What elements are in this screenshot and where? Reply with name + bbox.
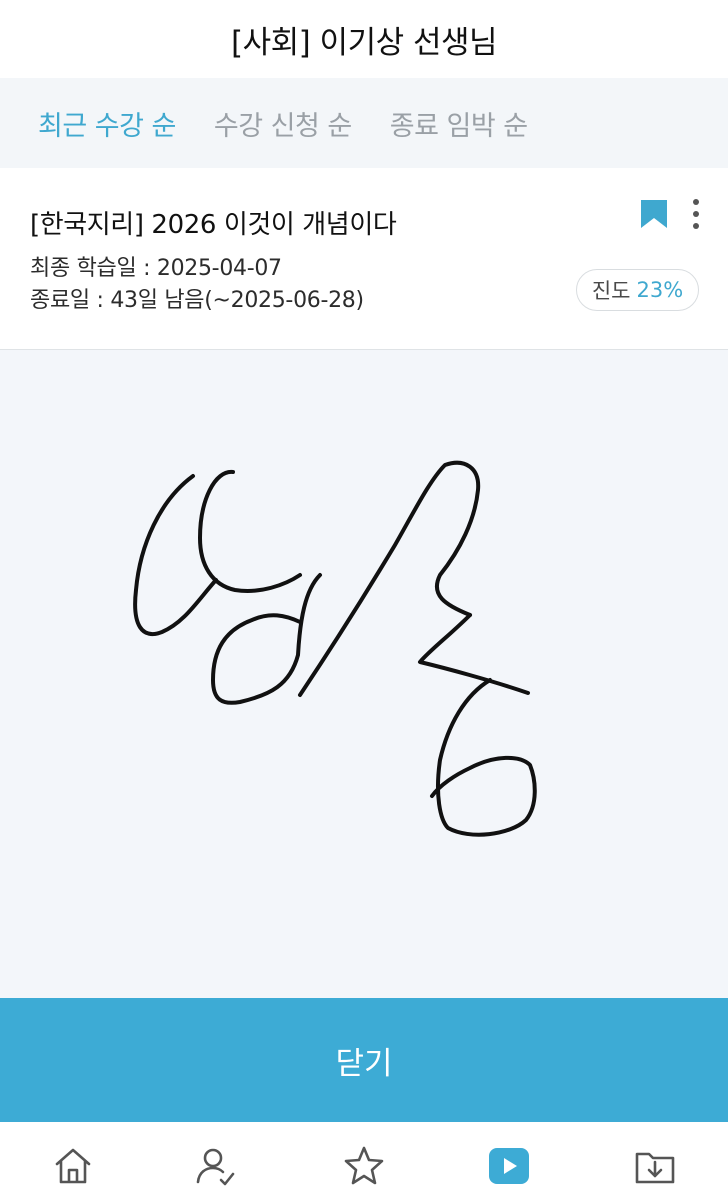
sort-tabs: 최근 수강 순 수강 신청 순 종료 임박 순 [0, 78, 728, 168]
star-icon[interactable] [342, 1144, 386, 1188]
app: [사회] 이기상 선생님 최근 수강 순 수강 신청 순 종료 임박 순 [한국… [0, 0, 728, 1200]
more-options-icon[interactable] [686, 198, 706, 232]
home-icon[interactable] [51, 1144, 95, 1188]
bottom-nav [0, 1122, 728, 1200]
play-icon[interactable] [487, 1144, 531, 1188]
tab-recent[interactable]: 최근 수강 순 [38, 104, 176, 143]
course-title: [한국지리] 2026 이것이 개념이다 [30, 210, 397, 240]
handwriting-strokes [133, 460, 537, 837]
progress-label: 진도 [591, 279, 631, 303]
course-card[interactable]: [한국지리] 2026 이것이 개념이다 최종 학습일 : 2025-04-07… [0, 168, 728, 350]
person-icon[interactable] [193, 1144, 237, 1188]
close-button[interactable]: 닫기 [0, 998, 728, 1122]
page-title: [사회] 이기상 선생님 [230, 24, 498, 61]
bookmark-icon[interactable] [641, 200, 667, 228]
download-folder-icon[interactable] [633, 1144, 677, 1188]
header: [사회] 이기상 선생님 [0, 0, 728, 78]
end-date: 종료일 : 43일 남음(~2025-06-28) [30, 288, 364, 313]
signature-canvas[interactable] [0, 350, 728, 998]
tab-ending-soon[interactable]: 종료 임박 순 [390, 104, 528, 143]
progress-value: 23% [636, 278, 684, 302]
last-study-date: 최종 학습일 : 2025-04-07 [30, 256, 282, 281]
tab-enrolled[interactable]: 수강 신청 순 [214, 104, 352, 143]
progress-badge: 진도 23% [576, 269, 699, 311]
